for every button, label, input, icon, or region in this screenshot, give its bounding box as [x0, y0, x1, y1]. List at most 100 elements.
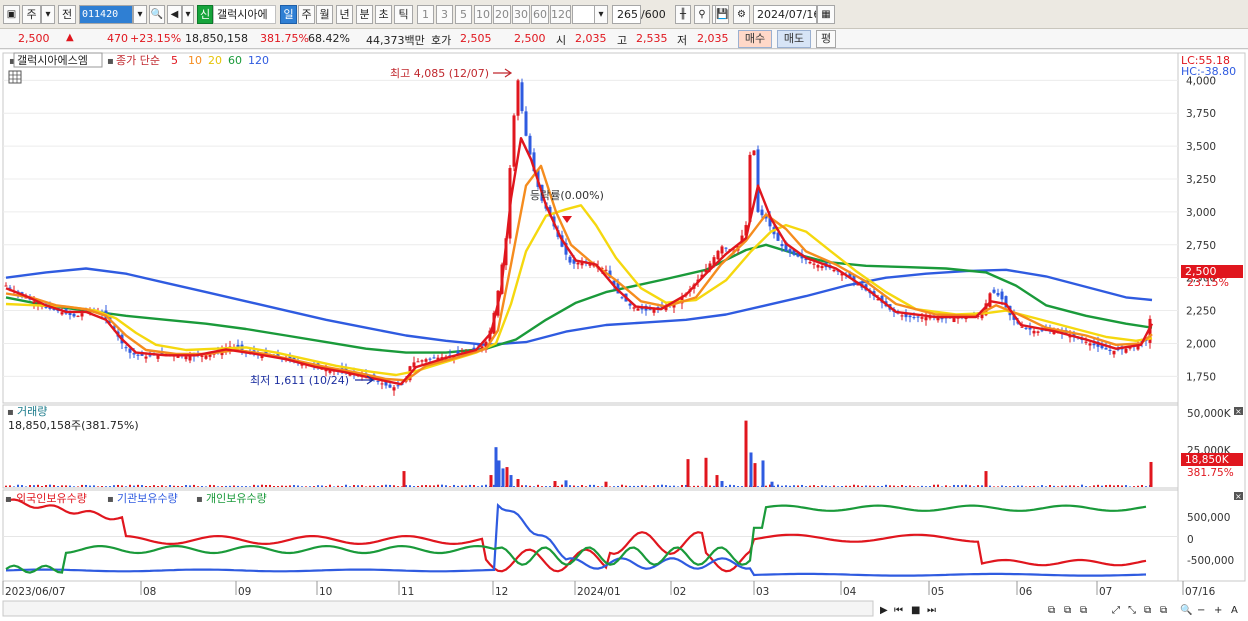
volume-bar [677, 486, 679, 487]
candle-body [524, 111, 528, 136]
interval-20-button[interactable]: 20 [493, 5, 511, 24]
scroll-first-icon[interactable]: ⏮ [894, 605, 903, 616]
stock-name-field[interactable]: 갤럭시아에 [213, 5, 276, 24]
tool-icon-5[interactable]: ⤡ [1128, 605, 1136, 616]
stock-chart[interactable]: 4,000 3,750 3,500 3,250 3,000 2,750 2,500 2,250… [0, 50, 1248, 621]
search-icon[interactable]: 🔍 [149, 5, 165, 24]
period-week-tab[interactable]: 주 [298, 5, 315, 24]
candle-type-icon[interactable]: ╫ [675, 5, 691, 24]
zoom-out-icon[interactable]: − [1197, 605, 1205, 616]
tool-icon-6[interactable]: ⧉ [1144, 605, 1151, 616]
chart-canvas[interactable]: 4,0003,7503,5003,2503,0002,7502,5002,250… [0, 50, 1248, 621]
date-input[interactable]: 2024/07/16 [753, 5, 817, 24]
date-tick-label: 2024/01 [577, 586, 621, 598]
period-minute-tab[interactable]: 분 [356, 5, 373, 24]
period-second-tab[interactable]: 초 [375, 5, 392, 24]
zoom-in-icon[interactable]: + [1214, 605, 1222, 616]
high-label: 고 [617, 34, 628, 47]
legend-indicator[interactable]: 종가 단순 [116, 54, 160, 67]
volume-bar [1097, 484, 1099, 487]
volume-bar [185, 485, 187, 487]
volume-bar [589, 484, 591, 487]
data-count-total: /600 [641, 8, 666, 21]
tool-icon-1[interactable]: ⧉ [1048, 605, 1055, 616]
institution-holdings-title[interactable]: 기관보유수량 [117, 492, 178, 505]
candle-body [4, 285, 8, 287]
table-icon[interactable] [8, 70, 22, 84]
calendar-icon[interactable]: ▦ [817, 5, 835, 24]
volume-bar [621, 484, 623, 487]
volume-bar [509, 475, 513, 487]
interval-5-button[interactable]: 5 [455, 5, 472, 24]
individual-holdings-title[interactable]: 개인보유수량 [206, 492, 267, 505]
candle-body [940, 318, 944, 320]
candle-body [636, 308, 640, 311]
foreign-holdings-title[interactable]: 외국인보유수량 [16, 492, 87, 505]
volume-bar [61, 485, 63, 487]
prev-button[interactable]: 전 [58, 5, 76, 24]
scroll-next-icon[interactable]: ▶ [880, 605, 888, 616]
interval-120-button[interactable]: 120 [550, 5, 571, 24]
period-month-tab[interactable]: 월 [316, 5, 333, 24]
interval-1-button[interactable]: 1 [417, 5, 434, 24]
buy-button[interactable]: 매수 [738, 30, 772, 48]
sell-button[interactable]: 매도 [777, 30, 811, 48]
price-tick-label: 3,500 [1186, 141, 1216, 153]
gear-icon[interactable]: ⚙ [733, 5, 750, 24]
period-year-tab[interactable]: 년 [336, 5, 353, 24]
legend-ma10: 10 [188, 54, 202, 67]
volume-title[interactable]: 거래량 [17, 405, 47, 418]
volume-bar [445, 485, 447, 487]
interval-30-button[interactable]: 30 [512, 5, 530, 24]
volume-bar [285, 485, 287, 487]
candle-body [920, 317, 924, 319]
tool-icon-7[interactable]: ⧉ [1160, 605, 1167, 616]
new-listing-badge: 신 [197, 5, 213, 24]
volume-bar [1149, 461, 1153, 487]
volume-bar [925, 486, 927, 487]
scroll-last-icon[interactable]: ⏭ [927, 605, 936, 616]
speaker-dropdown-icon[interactable]: ▾ [182, 5, 194, 24]
volume-bar [541, 486, 543, 487]
evaluate-button[interactable]: 평 [816, 30, 836, 48]
volume-bar [1073, 485, 1075, 487]
volume-bar [109, 486, 111, 487]
code-dropdown-icon[interactable]: ▾ [133, 5, 147, 24]
layout-icon[interactable]: ▣ [3, 5, 20, 24]
zoom-icon[interactable]: 🔍 [1180, 603, 1192, 616]
last-change-label: 23.15% [1187, 276, 1229, 289]
volume-bar [217, 486, 219, 487]
market-select[interactable]: 주 [22, 5, 41, 24]
volume-bar [193, 484, 195, 487]
candle-body [780, 244, 784, 247]
candle-body [568, 256, 572, 263]
volume-bar [1117, 485, 1119, 487]
volume-bar [221, 486, 223, 487]
speaker-icon[interactable]: ◀ [167, 5, 182, 24]
save-icon[interactable]: 💾 [715, 5, 729, 24]
volume-bar [1101, 485, 1103, 487]
period-day-tab[interactable]: 일 [280, 5, 297, 24]
volume-bar [345, 484, 347, 487]
volume-bar [273, 486, 275, 487]
tool-icon-4[interactable]: ⤢ [1112, 605, 1120, 616]
ask-price: 2,505 [460, 32, 492, 45]
indicator-icon[interactable]: ⚲ [694, 5, 710, 24]
data-count-input[interactable]: 265 [612, 5, 641, 24]
volume-bar [833, 485, 835, 487]
interval-10-button[interactable]: 10 [474, 5, 492, 24]
period-tick-tab[interactable]: 틱 [394, 5, 413, 24]
chart-scrollbar[interactable] [2, 600, 874, 617]
candle-body [148, 355, 152, 357]
volume-bar [249, 486, 251, 487]
market-dropdown-icon[interactable]: ▾ [41, 5, 55, 24]
volume-bar [881, 485, 883, 487]
interval-60-button[interactable]: 60 [531, 5, 549, 24]
scroll-stop-icon[interactable]: ■ [911, 605, 920, 616]
tool-icon-2[interactable]: ⧉ [1064, 605, 1071, 616]
interval-3-button[interactable]: 3 [436, 5, 453, 24]
stock-code-input[interactable]: 011420 [79, 5, 133, 24]
text-size-icon[interactable]: A [1231, 605, 1238, 616]
interval-dropdown-icon[interactable]: ▾ [594, 5, 608, 24]
tool-icon-3[interactable]: ⧉ [1080, 605, 1087, 616]
